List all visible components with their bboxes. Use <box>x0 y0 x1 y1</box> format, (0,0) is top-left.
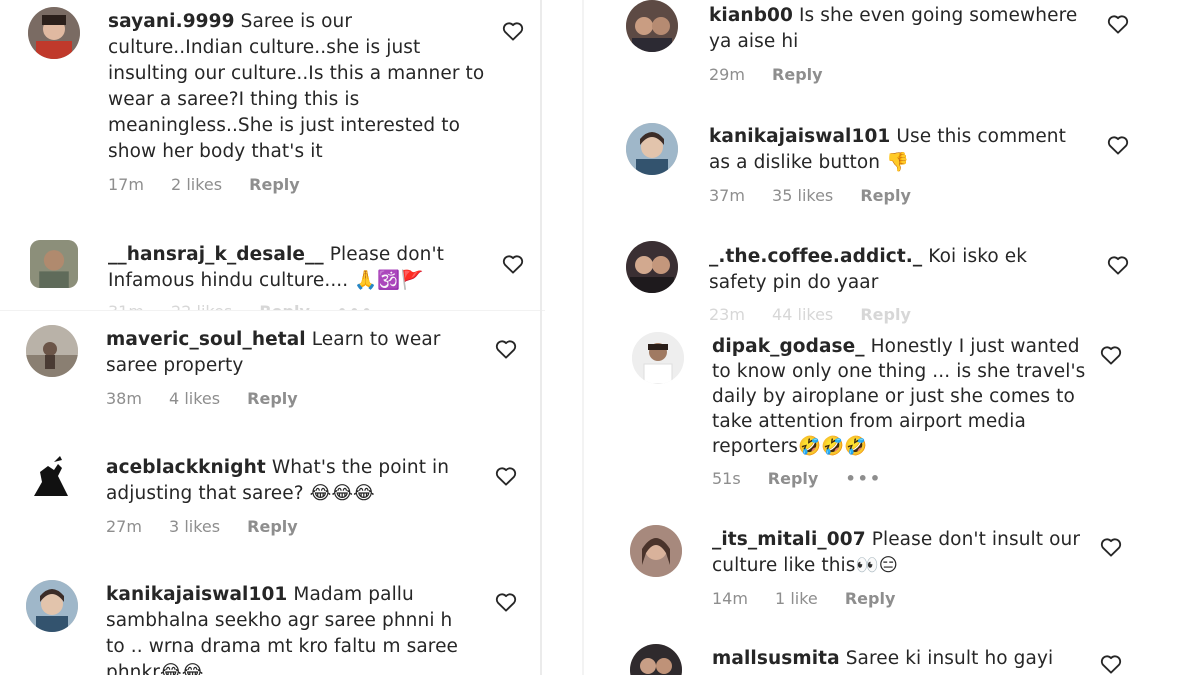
comment-meta: 37m 35 likes Reply <box>709 186 1089 205</box>
reply-button[interactable]: Reply <box>768 469 819 488</box>
heart-outline-icon[interactable] <box>1100 537 1122 557</box>
right-comments-panel: kianb00 Is she even going somewhere ya ai… <box>595 0 1200 675</box>
heart-outline-icon[interactable] <box>1107 14 1129 34</box>
timestamp: 37m <box>709 186 745 205</box>
avatar[interactable] <box>30 240 78 288</box>
comment-meta: 17m 2 likes Reply <box>108 175 488 194</box>
heart-outline-icon[interactable] <box>495 592 517 612</box>
heart-outline-icon[interactable] <box>495 339 517 359</box>
column-divider <box>540 0 542 675</box>
reply-button[interactable]: Reply <box>772 65 823 84</box>
username[interactable]: sayani.9999 <box>108 11 235 32</box>
more-options-icon[interactable]: ••• <box>845 469 882 488</box>
timestamp: 23m <box>709 305 745 324</box>
left-comments-panel: sayani.9999 Saree is our culture..Indian … <box>0 0 545 675</box>
like-count[interactable]: 1 like <box>775 589 818 608</box>
avatar[interactable] <box>626 0 678 52</box>
comment-text: kianb00 Is she even going somewhere ya ai… <box>709 3 1089 55</box>
timestamp: 29m <box>709 65 745 84</box>
username[interactable]: _.the.coffee.addict._ <box>709 246 922 267</box>
comment-text: dipak_godase_ Honestly I just wanted to k… <box>712 334 1097 459</box>
comment-item: _.the.coffee.addict._ Koi isko ek safety … <box>595 235 1200 330</box>
heart-outline-icon[interactable] <box>502 254 524 274</box>
username[interactable]: kanikajaiswal101 <box>709 126 890 147</box>
heart-outline-icon[interactable] <box>1100 345 1122 365</box>
reply-button[interactable]: Reply <box>247 389 298 408</box>
username[interactable]: mallsusmita <box>712 648 840 669</box>
avatar[interactable] <box>626 123 678 175</box>
like-count[interactable]: 35 likes <box>772 186 833 205</box>
username[interactable]: __hansraj_k_desale__ <box>108 244 324 265</box>
timestamp: 14m <box>712 589 748 608</box>
timestamp: 17m <box>108 175 144 194</box>
avatar[interactable] <box>26 325 78 377</box>
avatar[interactable] <box>630 644 682 675</box>
comment-text: _its_mitali_007 Please don't insult our c… <box>712 527 1092 579</box>
comment-item: dipak_godase_ Honestly I just wanted to k… <box>595 325 1200 515</box>
username[interactable]: _its_mitali_007 <box>712 529 866 550</box>
reply-button[interactable]: Reply <box>860 186 911 205</box>
column-divider <box>582 0 584 675</box>
avatar[interactable] <box>28 7 80 59</box>
comment-meta: 14m 1 like Reply <box>712 589 1092 608</box>
avatar[interactable] <box>26 580 78 632</box>
comment-text: aceblackknight What's the point in adjust… <box>106 455 486 507</box>
avatar[interactable] <box>626 241 678 293</box>
heart-outline-icon[interactable] <box>1107 255 1129 275</box>
reply-button[interactable]: Reply <box>249 175 300 194</box>
heart-outline-icon[interactable] <box>502 21 524 41</box>
comment-item: sayani.9999 Saree is our culture..Indian … <box>0 0 545 230</box>
comment-item: kianb00 Is she even going somewhere ya ai… <box>595 0 1200 115</box>
comment-text: kanikajaiswal101 Use this comment as a di… <box>709 124 1089 176</box>
timestamp: 38m <box>106 389 142 408</box>
comment-meta: 27m 3 likes Reply <box>106 517 486 536</box>
heart-outline-icon[interactable] <box>1100 654 1122 674</box>
like-count[interactable]: 3 likes <box>169 517 220 536</box>
comment-text: mallsusmita Saree ki insult ho gayi <box>712 646 1092 672</box>
comment-text: maveric_soul_hetal Learn to wear saree pr… <box>106 327 486 379</box>
like-count[interactable]: 44 likes <box>772 305 833 324</box>
username[interactable]: dipak_godase_ <box>712 336 865 357</box>
heart-outline-icon[interactable] <box>495 466 517 486</box>
timestamp: 51s <box>712 469 741 488</box>
comment-item: __hansraj_k_desale__ Please don't Infamou… <box>0 230 545 322</box>
comment-item: maveric_soul_hetal Learn to wear saree pr… <box>0 310 545 436</box>
reply-button[interactable]: Reply <box>247 517 298 536</box>
comment-item: aceblackknight What's the point in adjust… <box>0 440 545 565</box>
like-count[interactable]: 2 likes <box>171 175 222 194</box>
comment-meta: 29m Reply <box>709 65 1089 84</box>
comment-text: __hansraj_k_desale__ Please don't Infamou… <box>108 242 488 294</box>
avatar[interactable] <box>24 452 76 504</box>
comment-item: kanikajaiswal101 Use this comment as a di… <box>595 115 1200 235</box>
avatar[interactable] <box>630 525 682 577</box>
username[interactable]: aceblackknight <box>106 457 266 478</box>
username[interactable]: kanikajaiswal101 <box>106 584 287 605</box>
comment-item: _its_mitali_007 Please don't insult our c… <box>595 515 1200 635</box>
username[interactable]: kianb00 <box>709 5 793 26</box>
comment-meta: 38m 4 likes Reply <box>106 389 486 408</box>
comment-item: mallsusmita Saree ki insult ho gayi <box>595 640 1200 675</box>
comment-body: Saree is our culture..Indian culture..sh… <box>108 11 485 162</box>
reply-button[interactable]: Reply <box>860 305 911 324</box>
comment-item: kanikajaiswal101 Madam pallu sambhalna se… <box>0 570 545 675</box>
comment-meta: 51s Reply ••• <box>712 469 1097 488</box>
comment-text: _.the.coffee.addict._ Koi isko ek safety … <box>709 244 1089 296</box>
username[interactable]: maveric_soul_hetal <box>106 329 306 350</box>
comment-text: sayani.9999 Saree is our culture..Indian … <box>108 9 488 165</box>
like-count[interactable]: 4 likes <box>169 389 220 408</box>
comment-meta: 23m 44 likes Reply <box>709 305 1089 324</box>
timestamp: 27m <box>106 517 142 536</box>
comment-body: Saree ki insult ho gayi <box>845 648 1054 669</box>
reply-button[interactable]: Reply <box>845 589 896 608</box>
comment-text: kanikajaiswal101 Madam pallu sambhalna se… <box>106 582 466 675</box>
heart-outline-icon[interactable] <box>1107 135 1129 155</box>
avatar[interactable] <box>632 332 684 384</box>
